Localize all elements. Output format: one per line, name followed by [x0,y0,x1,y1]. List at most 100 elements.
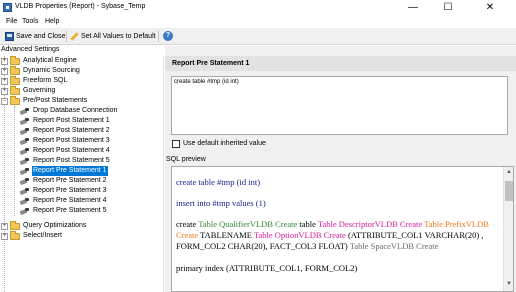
sql-text: TABLENAME [198,230,254,240]
setting-icon [20,147,29,155]
tree-item-dynamic-sourcing[interactable]: + Dynamic Sourcing [0,65,164,76]
folder-icon [10,230,20,240]
collapse-icon[interactable]: − [1,97,8,105]
folder-icon [10,220,20,230]
sql-vldb-create: VLDB Create [298,230,346,240]
sql-text: primary index (ATTRIBUTE_COL1, FORM_COL2… [176,263,358,273]
scroll-up-icon[interactable]: ▲ [505,168,513,177]
help-icon[interactable]: ? [163,31,173,41]
tree-item-label: Drop Database Connection [33,107,118,114]
setting-icon [20,137,29,145]
tree-item-report-pre-statement-1[interactable]: Report Pre Statement 1 [0,166,164,176]
tree-item-label: Report Post Statement 2 [33,127,110,134]
scroll-thumb[interactable] [505,181,513,201]
statement-editor-value: create table #tmp (id int) [174,79,239,85]
folder-open-icon [10,95,20,105]
tree-item-label: Report Pre Statement 5 [33,207,107,214]
tree-item-label: Select/Insert [23,232,62,239]
tree-item-label: Report Post Statement 4 [33,147,110,154]
setting-icon [20,107,29,115]
sql-preview-line: create Table QualifierVLDB Create table … [176,219,489,229]
tree-item-report-pre-statement-4[interactable]: Report Pre Statement 4 [0,196,164,206]
expand-icon[interactable]: + [1,77,8,85]
tree-item-report-post-statement-1[interactable]: Report Post Statement 1 [0,116,164,126]
setting-icon [20,157,29,165]
app-icon [3,3,12,12]
setting-icon [20,117,29,125]
setting-icon [20,177,29,185]
sql-preview-line: Create TABLENAME Table OptionVLDB Create… [176,230,483,240]
tree-item-label: Freeform SQL [23,77,68,84]
expand-icon[interactable]: + [1,87,8,95]
menu-bar: File Tools Help [0,15,516,28]
expand-icon[interactable]: + [1,67,8,75]
sql-table-option: Table Option [253,230,299,240]
expand-icon[interactable]: + [1,222,8,230]
tree-item-report-post-statement-4[interactable]: Report Post Statement 4 [0,146,164,156]
sql-vldb-create: VLDB Create [390,241,439,251]
statement-editor[interactable]: create table #tmp (id int) [171,76,508,135]
menu-file[interactable]: File [6,18,17,25]
sql-preview-line: insert into #tmp values (1) [176,198,266,208]
sql-preview-label: SQL preview [166,156,206,163]
sql-create: Create [176,230,199,240]
setting-icon [20,207,29,215]
sql-text: create [176,219,199,229]
tree-item-governing[interactable]: + Governing [0,85,164,96]
folder-icon [10,65,20,75]
sql-preview-line: create table #tmp (id int) [176,177,261,187]
save-and-close-button[interactable]: Save and Close [5,30,65,43]
tree-item-report-pre-statement-5[interactable]: Report Pre Statement 5 [0,206,164,216]
tree-item-label: Pre/Post Statements [23,97,88,104]
sql-text: FORM_COL2 CHAR(20), FACT_COL3 FLOAT) [176,241,348,251]
tree-item-select-insert[interactable]: + Select/Insert [0,230,164,241]
sql-vldb-create: VLDB Create [249,219,298,229]
tree-item-label: Analytical Engine [23,57,77,64]
tree-item-pre-post-statements[interactable]: − Pre/Post Statements [0,95,164,106]
expand-icon[interactable]: + [1,57,8,65]
expand-icon[interactable]: + [1,232,8,240]
tree-item-report-pre-statement-2[interactable]: Report Pre Statement 2 [0,176,164,186]
sql-text: (ATTRIBUTE_COL1 VARCHAR(20) , [345,230,484,240]
tree-item-label: Query Optimizations [23,222,87,229]
tree-item-query-optimizations[interactable]: + Query Optimizations [0,220,164,231]
tree-item-report-post-statement-5[interactable]: Report Post Statement 5 [0,156,164,166]
set-all-defaults-button[interactable]: Set All Values to Default [70,30,156,43]
save-icon [5,32,14,41]
menu-tools[interactable]: Tools [22,18,38,25]
tree-item-label: Report Pre Statement 1 [32,166,108,176]
tree-item-label: Report Pre Statement 4 [33,197,107,204]
tree-root-label: Advanced Settings [0,46,164,56]
use-default-checkbox[interactable] [172,140,180,148]
tree-item-analytical-engine[interactable]: + Analytical Engine [0,55,164,66]
setting-icon [20,167,29,175]
minimize-button[interactable]: — [398,0,428,15]
toolbar-separator [158,31,159,42]
sql-preview-box: create table #tmp (id int) insert into #… [171,166,514,292]
tree-item-report-post-statement-2[interactable]: Report Post Statement 2 [0,126,164,136]
sql-vldb-create: VLDB Create [374,219,423,229]
sql-text: table [297,219,318,229]
toolbar-separator [66,31,67,42]
save-and-close-label: Save and Close [16,33,66,40]
maximize-button[interactable]: ☐ [433,0,463,15]
close-button[interactable]: ✕ [475,0,505,15]
tree-item-report-post-statement-3[interactable]: Report Post Statement 3 [0,136,164,146]
setting-icon [20,197,29,205]
tree-item-label: Report Post Statement 5 [33,157,110,164]
use-default-label[interactable]: Use default inherited value [183,140,266,147]
tree-item-freeform-sql[interactable]: + Freeform SQL [0,75,164,86]
menu-help[interactable]: Help [45,18,59,25]
preview-scrollbar[interactable]: ▲ ▼ [503,167,513,291]
scroll-down-icon[interactable]: ▼ [505,280,513,289]
tree-item-report-pre-statement-3[interactable]: Report Pre Statement 3 [0,186,164,196]
sql-preview-line: FORM_COL2 CHAR(20), FACT_COL3 FLOAT) Tab… [176,241,438,251]
tree-item-label: Report Post Statement 3 [33,137,110,144]
tree-item-label: Dynamic Sourcing [23,67,80,74]
title-bar: VLDB Properties (Report) - Sybase_Temp —… [0,0,516,15]
sql-table-qualifier: Table Qualifier [198,219,250,229]
tree-item-label: Report Pre Statement 3 [33,187,107,194]
pencil-icon [70,32,79,41]
setting-icon [20,187,29,195]
tree-item-drop-database-connection[interactable]: Drop Database Connection [0,106,164,116]
